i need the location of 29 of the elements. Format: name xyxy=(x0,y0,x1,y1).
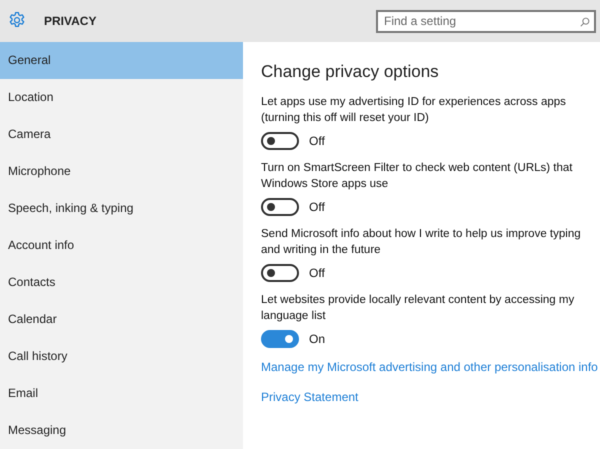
section-title: Change privacy options xyxy=(261,62,440,82)
toggle-label: Off xyxy=(309,134,325,148)
toggle-label: Off xyxy=(309,200,325,214)
setting-description: Let apps use my advertising ID for experiences across apps (turning this off will reset your ID) xyxy=(261,95,567,126)
sidebar-item[interactable]: General xyxy=(0,42,243,79)
link[interactable]: Manage my Microsoft advertising and other personalisation info xyxy=(261,360,598,374)
toggle-switch[interactable] xyxy=(261,330,299,348)
sidebar-item[interactable]: Contacts xyxy=(0,264,243,301)
link[interactable]: Privacy Statement xyxy=(261,390,358,404)
sidebar-item[interactable]: Call history xyxy=(0,338,243,375)
sidebar-item[interactable]: Microphone xyxy=(0,153,243,190)
search-icon xyxy=(580,16,590,26)
sidebar-item[interactable]: Calendar xyxy=(0,301,243,338)
toggle-label: On xyxy=(309,332,326,346)
toggle-switch[interactable] xyxy=(261,132,299,150)
page-title: PRIVACY xyxy=(44,14,96,28)
setting-description: Let websites provide locally relevant content by accessing my language list xyxy=(261,293,576,324)
toggle-label: Off xyxy=(309,266,325,280)
toggle-switch[interactable] xyxy=(261,198,299,216)
sidebar-item[interactable]: Camera xyxy=(0,116,243,153)
sidebar-item[interactable]: Location xyxy=(0,79,243,116)
sidebar-item[interactable]: Email xyxy=(0,375,243,412)
toggle-switch[interactable] xyxy=(261,264,299,282)
sidebar-item[interactable]: Account info xyxy=(0,227,243,264)
sidebar-item[interactable]: Speech, inking & typing xyxy=(0,190,243,227)
setting-description: Turn on SmartScreen Filter to check web content (URLs) that Windows Store apps use xyxy=(261,161,574,192)
search-field[interactable]: Find a setting xyxy=(376,10,596,32)
sidebar-item[interactable]: Messaging xyxy=(0,412,243,449)
setting-description: Send Microsoft info about how I write to help us improve typing and writing in the future xyxy=(261,227,582,258)
